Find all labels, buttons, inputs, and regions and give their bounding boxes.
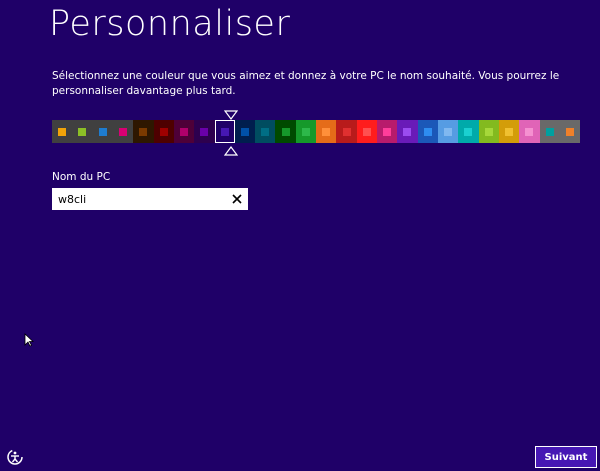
close-icon[interactable] [231,193,243,205]
pc-name-input[interactable] [58,191,218,207]
color-swatch-dot [261,127,270,136]
color-swatch-dot [119,127,128,136]
color-swatch[interactable] [478,120,499,143]
color-swatch-dot [78,127,87,136]
selector-bottom-arrow-icon [224,146,238,156]
color-swatch-dot [444,127,453,136]
page-description: Sélectionnez une couleur que vous aimez … [52,70,560,97]
color-swatch-dot [383,127,392,136]
color-swatch-dot [423,127,432,136]
color-swatch[interactable] [498,120,520,143]
pc-name-field[interactable] [52,188,248,210]
color-swatch-dot [98,127,107,136]
color-swatch-dot [58,127,67,136]
color-swatch[interactable] [153,120,174,143]
mouse-cursor-icon [24,333,34,347]
color-swatch[interactable] [437,120,459,143]
color-swatch[interactable] [316,120,337,143]
color-swatch-dot [525,127,534,136]
color-swatch[interactable] [519,120,540,143]
color-swatch[interactable] [112,120,134,143]
color-swatch[interactable] [417,120,438,143]
color-swatch-dot [220,127,229,136]
color-swatch[interactable] [559,120,581,143]
color-swatch[interactable] [52,120,73,143]
color-swatch[interactable] [72,120,93,143]
color-swatch-dot [180,127,189,136]
color-swatch[interactable] [194,120,215,143]
color-swatch[interactable] [336,120,357,143]
color-swatch-dot [565,127,574,136]
color-swatch-dot [464,127,473,136]
color-swatch-dot [281,127,290,136]
color-swatch-dot [403,127,412,136]
color-swatch-dot [240,127,249,136]
color-swatch-dot [505,127,514,136]
color-swatch-dot [342,127,351,136]
color-swatch[interactable] [275,120,296,143]
color-swatch-dot [159,127,168,136]
color-swatch[interactable] [234,120,256,143]
color-swatch-dot [200,127,209,136]
color-swatch-dot [301,127,310,136]
color-swatch[interactable] [356,120,377,143]
color-swatch-dot [139,127,148,136]
color-swatch[interactable] [214,120,235,143]
color-swatch[interactable] [377,120,398,143]
color-swatch[interactable] [458,120,479,143]
color-swatch-dot [484,127,493,136]
selector-top-arrow-icon [224,110,238,120]
pc-name-label: Nom du PC [52,171,111,183]
color-swatch[interactable] [539,120,560,143]
color-swatch[interactable] [173,120,195,143]
page-title: Personnaliser [49,4,291,44]
color-swatch[interactable] [133,120,154,143]
color-swatch[interactable] [295,120,317,143]
color-swatch[interactable] [255,120,276,143]
color-swatch-dot [322,127,331,136]
color-picker[interactable] [52,120,581,143]
color-swatch-dot [545,127,554,136]
next-button[interactable]: Suivant [535,446,597,468]
ease-of-access-icon[interactable] [6,448,24,466]
color-swatch-dot [362,127,371,136]
color-swatch[interactable] [92,120,113,143]
color-swatch[interactable] [397,120,418,143]
